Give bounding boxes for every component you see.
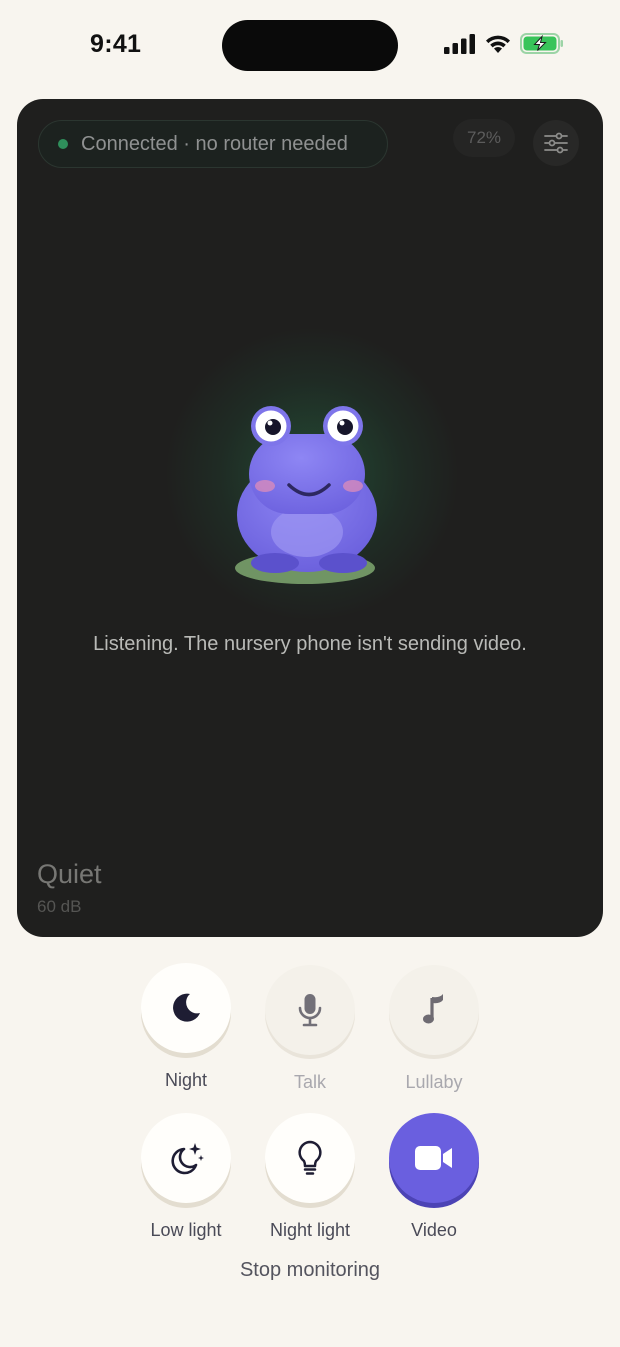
connection-status-pill: Connected · no router needed — [38, 120, 388, 168]
talk-control[interactable]: Talk — [248, 965, 372, 1093]
moon-icon — [173, 993, 200, 1022]
sound-level-label: Quiet — [37, 859, 102, 889]
lullaby-label: Lullaby — [405, 1072, 463, 1092]
status-icons — [444, 33, 564, 54]
low-light-control[interactable]: Low light — [124, 1113, 248, 1241]
connection-status-text: Connected · no router needed — [81, 132, 348, 155]
lullaby-control[interactable]: Lullaby — [372, 965, 496, 1093]
night-label: Night — [164, 1070, 208, 1090]
night-control[interactable]: Night — [124, 963, 248, 1091]
dynamic-island — [222, 20, 398, 71]
night-light-button[interactable] — [265, 1113, 355, 1203]
sound-level-db: 60 dB — [37, 897, 82, 916]
nursery-battery-level: 72% — [453, 119, 515, 157]
status-time: 9:41 — [90, 30, 142, 58]
night-light-label: Night light — [269, 1220, 351, 1240]
music-note-icon — [423, 994, 443, 1024]
video-button[interactable] — [389, 1113, 479, 1203]
stop-monitoring-button[interactable]: Stop monitoring — [0, 1259, 620, 1282]
wifi-icon — [486, 35, 510, 53]
video-label: Video — [411, 1220, 457, 1240]
talk-label: Talk — [293, 1072, 326, 1092]
video-control[interactable]: Video — [372, 1113, 496, 1241]
listening-message: Listening. The nursery phone isn't sendi… — [93, 633, 527, 655]
microphone-icon — [298, 994, 322, 1027]
low-light-button[interactable] — [141, 1113, 231, 1203]
frog-mascot-illustration — [235, 406, 377, 584]
cellular-signal-icon — [444, 33, 475, 54]
night-light-control[interactable]: Night light — [248, 1113, 372, 1241]
monitor-panel: Connected · no router needed 72% Listeni… — [17, 99, 603, 937]
talk-button[interactable] — [265, 965, 355, 1055]
connection-status-dot — [58, 139, 68, 149]
video-camera-icon — [415, 1146, 452, 1170]
low-light-label: Low light — [150, 1220, 222, 1240]
lightbulb-icon — [298, 1140, 322, 1175]
battery-charging-icon — [520, 33, 563, 54]
moon-stars-icon — [171, 1143, 204, 1175]
night-button[interactable] — [141, 963, 231, 1053]
status-bar: 9:41 — [0, 0, 620, 92]
settings-button[interactable] — [533, 120, 579, 166]
lullaby-button[interactable] — [389, 965, 479, 1055]
sliders-icon — [544, 132, 568, 154]
